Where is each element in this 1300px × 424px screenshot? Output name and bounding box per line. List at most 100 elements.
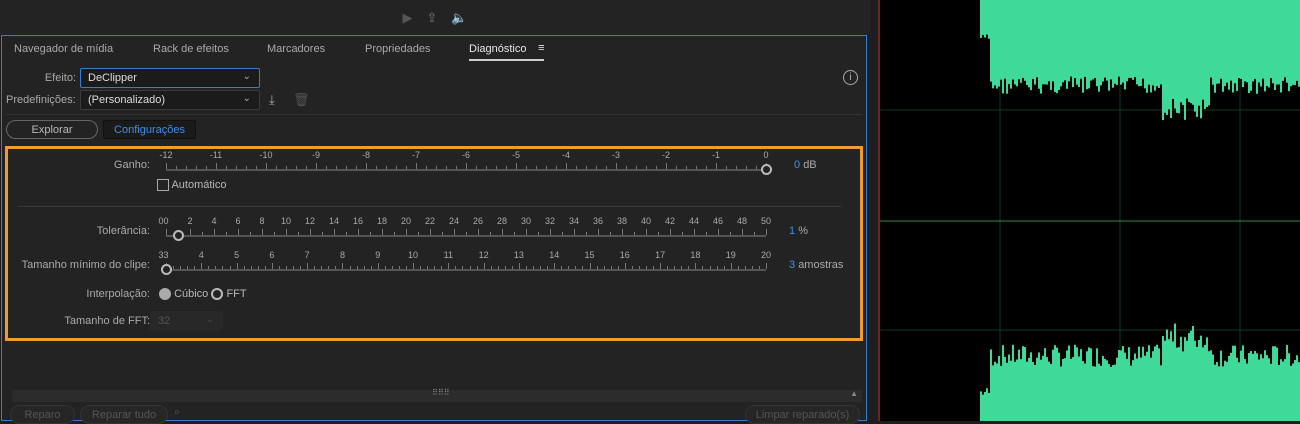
tick-mark	[236, 166, 237, 169]
waveform-sample	[1024, 0, 1026, 81]
tick-mark	[187, 266, 189, 269]
tick-label: 5	[234, 250, 240, 260]
slider-track[interactable]	[166, 235, 766, 237]
clear-repaired-button[interactable]: Limpar reparado(s)	[745, 405, 860, 424]
tick-label: 11	[443, 250, 454, 260]
tick-mark	[456, 166, 457, 169]
delete-preset-icon[interactable]: 🗑	[293, 92, 310, 108]
waveform-sample	[1098, 0, 1100, 92]
waveform-sample	[1028, 357, 1030, 421]
panel-resize-handle[interactable]: ⠿⠿⠿ ▲	[12, 388, 862, 402]
waveform-sample	[1142, 0, 1144, 79]
info-icon[interactable]: i	[843, 70, 858, 85]
tick-mark	[694, 229, 695, 235]
tab-media-browser[interactable]: Navegador de mídia	[14, 43, 113, 55]
waveform-sample	[1048, 0, 1050, 82]
waveform-sample	[1052, 349, 1054, 421]
tick-mark	[356, 166, 357, 169]
tick-mark	[478, 229, 479, 235]
waveform-sample	[1272, 346, 1274, 421]
clip-size-slider[interactable]: 3 4 5 6 7 8 9 10 11 12 13 14 15 16 17 18 19 20 3	[8, 249, 788, 279]
slider-track[interactable]	[166, 169, 766, 171]
play-icon[interactable]: ▶	[402, 10, 412, 26]
search-icon[interactable]: ⌕	[174, 406, 180, 419]
waveform-sample	[1250, 351, 1252, 421]
tick-mark	[626, 166, 627, 169]
tick-label: 14	[549, 250, 560, 260]
waveform-sample	[1126, 0, 1128, 82]
tick-mark	[266, 163, 267, 169]
tick-mark	[166, 163, 167, 169]
settings-button[interactable]: Configurações	[103, 120, 196, 139]
waveform-sample	[1202, 0, 1204, 100]
fft-size-value: 32	[158, 315, 171, 327]
radio-fft[interactable]: FFT	[211, 288, 247, 301]
waveform-sample	[1156, 344, 1158, 421]
waveform-sample	[1036, 357, 1038, 421]
tick-label: 7	[304, 250, 310, 260]
tab-markers[interactable]: Marcadores	[267, 43, 325, 55]
speaker-icon[interactable]: 🔈	[451, 10, 467, 26]
gain-slider[interactable]: -12 -11 -10 -9 -8 -7 -6 -5 -4 -3 -2 -1 0	[8, 149, 788, 179]
clip-size-number[interactable]: 3	[789, 259, 795, 271]
slider-track[interactable]	[166, 269, 766, 271]
tab-properties[interactable]: Propriedades	[365, 43, 430, 55]
waveform-sample	[1238, 362, 1240, 421]
tick-mark	[674, 266, 676, 269]
waveform-sample	[1264, 0, 1266, 92]
collapse-icon[interactable]: ▲	[850, 389, 858, 398]
slider-knob[interactable]	[761, 164, 772, 175]
tick-label: 26	[472, 216, 484, 226]
waveform-sample	[1212, 0, 1214, 85]
waveform-sample	[1222, 0, 1224, 92]
waveform-sample	[1128, 0, 1130, 78]
slider-knob[interactable]	[161, 264, 172, 275]
export-icon[interactable]: ⇪	[426, 10, 437, 26]
waveform-sample	[1062, 0, 1064, 83]
waveform-sample	[1168, 0, 1170, 110]
radio-cubic[interactable]: Cúbico	[159, 288, 208, 301]
tick-label: 34	[568, 216, 580, 226]
waveform-sample	[1096, 0, 1098, 87]
waveform-sample	[1116, 0, 1118, 86]
save-preset-icon[interactable]: ⤓	[269, 92, 275, 108]
fft-size-select[interactable]: 32 ⌄	[150, 311, 223, 331]
waveform-sample	[1060, 366, 1062, 421]
waveform-sample	[1064, 358, 1066, 421]
tick-mark	[370, 266, 372, 269]
waveform-sample	[1230, 0, 1232, 81]
tick-mark	[737, 266, 739, 269]
tick-label: 36	[592, 216, 604, 226]
gain-number[interactable]: 0	[794, 159, 800, 171]
repair-button[interactable]: Reparo	[10, 405, 75, 424]
tab-effects-rack[interactable]: Rack de efeitos	[153, 43, 229, 55]
tick-label: 32	[544, 216, 556, 226]
waveform-display[interactable]	[878, 0, 1300, 421]
tick-mark	[426, 166, 427, 169]
preset-select[interactable]: (Personalizado) ⌄	[80, 90, 260, 110]
tolerance-slider[interactable]: 0 2 4 6 8 10 12 14 16 18 20 22 24 26 28 30 32 34 36 38 40 42 4…	[8, 215, 788, 245]
waveform-sample	[1100, 0, 1102, 86]
waveform-sample	[1176, 0, 1178, 113]
explore-button[interactable]: Explorar	[6, 120, 98, 139]
repair-all-button[interactable]: Reparar tudo	[80, 405, 168, 424]
waveform-sample	[1178, 347, 1180, 421]
waveform-sample	[992, 365, 994, 421]
panel-menu-icon[interactable]: ≡	[538, 42, 544, 54]
tolerance-number[interactable]: 1	[789, 225, 795, 237]
effect-select[interactable]: DeClipper ⌄	[80, 68, 260, 88]
tick-mark	[257, 266, 259, 269]
tick-mark	[688, 266, 690, 269]
tick-mark	[538, 232, 539, 235]
tick-mark	[497, 266, 499, 269]
waveform-sample	[1082, 0, 1084, 93]
auto-checkbox[interactable]: Automático	[157, 179, 226, 192]
waveform-sample	[1228, 355, 1230, 421]
tick-mark	[681, 266, 683, 269]
waveform-sample	[1050, 364, 1052, 421]
waveform-sample	[1184, 337, 1186, 421]
waveform-sample	[1274, 0, 1276, 91]
tick-mark	[342, 263, 344, 269]
slider-knob[interactable]	[173, 230, 184, 241]
tab-diagnostics[interactable]: Diagnóstico ≡	[469, 42, 545, 61]
